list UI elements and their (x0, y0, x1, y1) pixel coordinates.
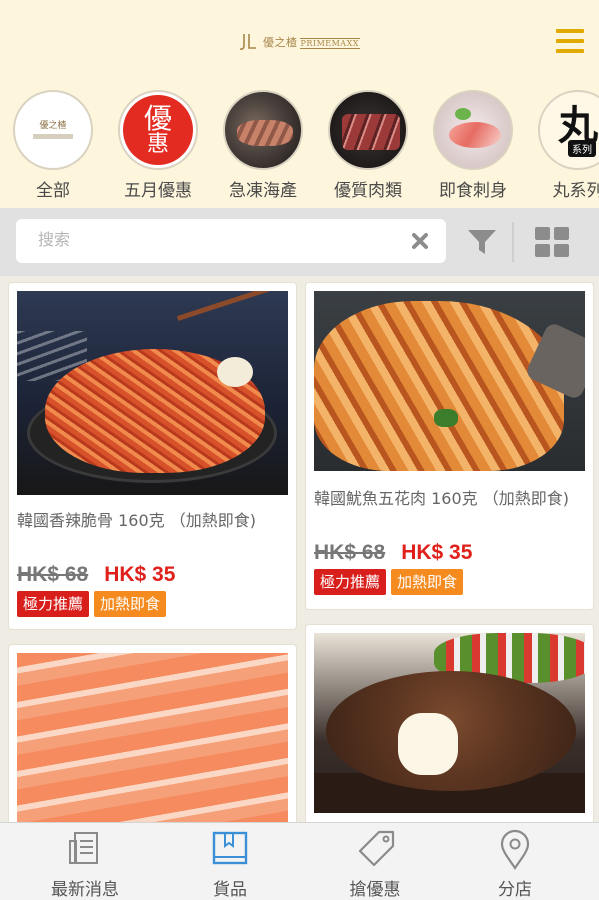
hamburger-icon (556, 29, 584, 33)
maru-series-icon: 丸 系列 (538, 90, 599, 170)
nav-item-news[interactable]: 最新消息 (10, 823, 160, 900)
tag-heat-and-eat: 加熱即食 (391, 569, 464, 595)
nav-item-deals[interactable]: 搶優惠 (300, 823, 450, 900)
product-card[interactable] (305, 624, 594, 822)
brand-mark-icon (239, 34, 256, 50)
sashimi-photo (433, 90, 513, 170)
product-photo (314, 291, 585, 471)
product-card[interactable]: 韓國魷魚五花肉 160克 （加熱即食) HK$ 68 HK$ 35 極力推薦 加熱即… (305, 282, 594, 610)
product-tags: 極力推薦 加熱即食 (314, 569, 468, 595)
nav-label: 分店 (498, 880, 532, 900)
hamburger-menu-button[interactable] (552, 27, 586, 55)
brand-logo[interactable]: 優之楂 PRIMEMAXX (238, 29, 360, 55)
nav-label: 貨品 (213, 880, 247, 900)
category-all[interactable]: 優之楂 全部 (5, 90, 101, 201)
category-all-logo-text: 優之楂 (39, 121, 67, 132)
category-sashimi[interactable]: 即食刺身 (425, 90, 521, 201)
original-price: HK$ 68 (314, 541, 386, 564)
maru-tag: 系列 (568, 140, 596, 157)
nav-label: 最新消息 (51, 880, 119, 900)
filter-icon[interactable] (466, 227, 498, 257)
nav-item-stores[interactable]: 分店 (440, 823, 590, 900)
location-pin-icon (500, 829, 530, 870)
product-photo (17, 653, 288, 822)
search-box (16, 219, 446, 263)
category-frozen-seafood[interactable]: 急凍海產 (215, 90, 311, 201)
search-bar (0, 208, 599, 276)
category-label: 優質肉類 (334, 181, 402, 201)
offer-badge-icon: 優 惠 (118, 90, 198, 170)
product-photo (17, 291, 288, 495)
brand-name: 優之楂 PRIMEMAXX (263, 34, 360, 50)
nav-label: 搶優惠 (349, 880, 401, 900)
offer-badge-line1: 優 (143, 101, 172, 135)
tag-recommended: 極力推薦 (17, 591, 90, 617)
brand-name-cn: 優之楂 (263, 36, 298, 49)
app-root: 優之楂 PRIMEMAXX 優之楂 全部 優 惠 五月優惠 急凍海產 優質肉類 … (0, 0, 599, 900)
offer-badge-line2: 惠 (146, 132, 169, 158)
category-label: 急凍海產 (229, 181, 297, 201)
brand-logo-icon: 優之楂 (13, 90, 93, 170)
sale-price: HK$ 35 (104, 563, 176, 586)
top-bar: 優之楂 PRIMEMAXX (0, 0, 599, 84)
product-prices: HK$ 68 HK$ 35 (17, 563, 175, 587)
toolbar-divider (512, 222, 514, 262)
product-tags: 極力推薦 加熱即食 (17, 591, 171, 617)
category-label: 即食刺身 (439, 181, 507, 201)
category-strip: 優之楂 全部 優 惠 五月優惠 急凍海產 優質肉類 即食刺身 丸 系列 丸系列 (0, 84, 599, 208)
book-icon (212, 831, 248, 865)
product-card[interactable]: 韓國香辣脆骨 160克 （加熱即食) HK$ 68 HK$ 35 極力推薦 加熱即食 (8, 282, 297, 630)
category-label: 丸系列 (552, 181, 599, 201)
seafood-photo (223, 90, 303, 170)
product-card[interactable] (8, 644, 297, 822)
product-prices: HK$ 68 HK$ 35 (314, 541, 472, 565)
category-maru-series[interactable]: 丸 系列 丸系列 (530, 90, 599, 201)
original-price: HK$ 68 (17, 563, 89, 586)
product-name: 韓國香辣脆骨 160克 （加熱即食) (17, 511, 256, 530)
brand-name-en: PRIMEMAXX (299, 38, 360, 49)
news-icon (69, 832, 98, 864)
category-premium-meat[interactable]: 優質肉類 (320, 90, 416, 201)
category-may-offer[interactable]: 優 惠 五月優惠 (110, 90, 206, 201)
tag-recommended: 極力推薦 (314, 569, 387, 595)
nav-item-products[interactable]: 貨品 (155, 823, 305, 900)
meat-photo (328, 90, 408, 170)
close-icon[interactable] (410, 231, 430, 251)
product-grid: 韓國香辣脆骨 160克 （加熱即食) HK$ 68 HK$ 35 極力推薦 加熱即食… (0, 276, 599, 822)
category-label: 五月優惠 (124, 181, 192, 201)
tag-icon (358, 830, 395, 867)
product-photo (314, 633, 585, 813)
category-label: 全部 (36, 181, 70, 201)
grid-view-icon[interactable] (534, 226, 570, 258)
bottom-navigation: 最新消息 貨品 搶優惠 分店 (0, 822, 599, 900)
search-input[interactable] (16, 219, 396, 263)
sale-price: HK$ 35 (401, 541, 473, 564)
tag-heat-and-eat: 加熱即食 (94, 591, 167, 617)
product-name: 韓國魷魚五花肉 160克 （加熱即食) (314, 489, 569, 508)
